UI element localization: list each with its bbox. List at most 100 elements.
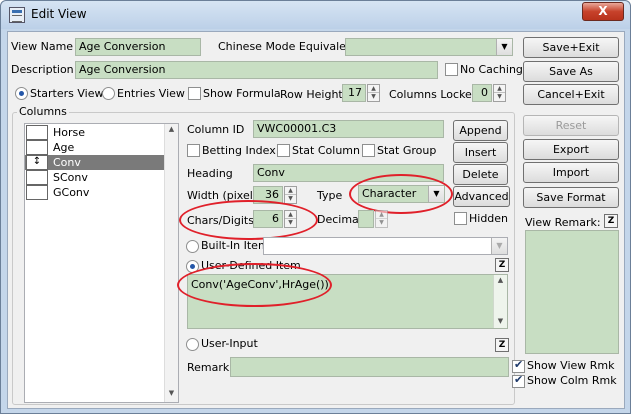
row-height-spinner[interactable]: ▲ ▼ — [367, 84, 380, 102]
show-formula-checkbox[interactable] — [188, 87, 201, 100]
list-scrollbar[interactable]: ▲ ▼ — [164, 124, 178, 402]
advanced-button[interactable]: Advanced — [453, 186, 510, 207]
chinese-mode-label: Chinese Mode Equivalent — [218, 40, 358, 53]
list-item[interactable]: SConv — [25, 170, 173, 185]
remark-field[interactable] — [230, 357, 509, 377]
columns-locked-label: Columns Locked — [389, 88, 479, 101]
save-as-button[interactable]: Save As — [523, 61, 619, 82]
spinner-up-icon[interactable]: ▲ — [494, 85, 505, 93]
heading-field[interactable]: Conv — [253, 164, 444, 182]
starters-view-radio[interactable] — [15, 87, 28, 100]
user-defined-item-label: User-Defined Item — [201, 259, 301, 272]
row-handle-icon[interactable] — [26, 185, 48, 200]
spinner-down-icon[interactable]: ▼ — [285, 195, 296, 203]
reset-button[interactable]: Reset — [523, 115, 619, 136]
columns-locked-spinner[interactable]: ▲ ▼ — [493, 84, 506, 102]
scroll-down-icon[interactable]: ▼ — [166, 389, 177, 401]
remark-label: Remark — [187, 361, 230, 374]
list-item[interactable]: Age — [25, 140, 173, 155]
column-id-label: Column ID — [187, 123, 245, 136]
built-in-item-radio[interactable] — [186, 240, 199, 253]
spinner-down-icon[interactable]: ▼ — [376, 219, 387, 227]
columns-locked-field[interactable]: 0 — [472, 84, 492, 102]
spinner-down-icon[interactable]: ▼ — [368, 93, 379, 101]
chars-digits-spinner[interactable]: ▲ ▼ — [284, 210, 297, 228]
spinner-up-icon[interactable]: ▲ — [285, 211, 296, 219]
spinner-up-icon[interactable]: ▲ — [368, 85, 379, 93]
description-field[interactable]: Age Conversion — [75, 61, 438, 79]
list-item-selected[interactable]: ↕ Conv — [25, 155, 173, 170]
show-formula-label: Show Formula — [203, 87, 281, 100]
view-name-label: View Name — [11, 40, 74, 53]
user-defined-item-radio[interactable] — [186, 260, 199, 273]
description-label: Description — [11, 63, 74, 76]
show-view-rmk-label: Show View Rmk — [527, 359, 615, 372]
show-colm-rmk-label: Show Colm Rmk — [527, 374, 617, 387]
chevron-down-icon[interactable]: ▼ — [491, 238, 507, 254]
stat-group-checkbox[interactable] — [362, 144, 375, 157]
formula-editor[interactable]: Conv('AgeConv',HrAge()) ▲ ▼ — [187, 274, 508, 329]
width-label: Width (pixel) — [187, 189, 258, 202]
width-field[interactable]: 36 — [253, 186, 283, 204]
betting-index-label: Betting Index — [202, 144, 276, 157]
decimal-spinner[interactable]: ▲ ▼ — [375, 210, 388, 228]
row-handle-icon[interactable] — [26, 125, 48, 140]
delete-button[interactable]: Delete — [453, 164, 508, 185]
starters-view-label: Starters View — [30, 87, 104, 100]
save-format-button[interactable]: Save Format — [523, 187, 619, 208]
zoom-view-remark-button[interactable]: Z — [604, 214, 618, 228]
width-spinner[interactable]: ▲ ▼ — [284, 186, 297, 204]
show-colm-rmk-checkbox[interactable] — [512, 373, 525, 388]
decimal-field[interactable] — [358, 210, 374, 228]
export-button[interactable]: Export — [523, 139, 619, 160]
scroll-down-icon[interactable]: ▼ — [495, 317, 506, 327]
row-handle-icon[interactable] — [26, 140, 48, 155]
chevron-down-icon[interactable]: ▼ — [428, 186, 444, 202]
title-bar[interactable]: Edit View X — [1, 1, 630, 29]
spinner-up-icon[interactable]: ▲ — [376, 211, 387, 219]
zoom-remark-button[interactable]: Z — [495, 338, 509, 352]
import-button[interactable]: Import — [523, 162, 619, 183]
save-exit-button[interactable]: Save+Exit — [523, 37, 619, 58]
append-button[interactable]: Append — [453, 120, 508, 141]
cancel-exit-button[interactable]: Cancel+Exit — [523, 84, 619, 105]
dialog-body: View Name Age Conversion Chinese Mode Eq… — [7, 31, 625, 409]
chinese-mode-select[interactable] — [345, 38, 513, 56]
hidden-label: Hidden — [469, 212, 509, 225]
user-input-radio[interactable] — [186, 338, 199, 351]
insert-button[interactable]: Insert — [453, 142, 508, 163]
formula-scrollbar[interactable]: ▲ ▼ — [493, 275, 507, 328]
view-remark-field[interactable] — [525, 230, 619, 354]
stat-column-checkbox[interactable] — [277, 144, 290, 157]
no-caching-checkbox[interactable] — [445, 63, 458, 76]
list-item[interactable]: Horse — [25, 125, 173, 140]
app-icon — [9, 7, 25, 23]
move-handle-icon[interactable]: ↕ — [26, 155, 48, 170]
columns-group-label: Columns — [17, 105, 69, 118]
betting-index-checkbox[interactable] — [187, 144, 200, 157]
list-item[interactable]: GConv — [25, 185, 173, 200]
spinner-down-icon[interactable]: ▼ — [285, 219, 296, 227]
entries-view-radio[interactable] — [102, 87, 115, 100]
scroll-up-icon[interactable]: ▲ — [495, 276, 506, 286]
hidden-checkbox[interactable] — [454, 212, 467, 225]
row-handle-icon[interactable] — [26, 170, 48, 185]
built-in-item-select[interactable] — [263, 237, 508, 255]
scroll-up-icon[interactable]: ▲ — [166, 125, 177, 137]
show-view-rmk-checkbox[interactable] — [512, 358, 525, 373]
stat-group-label: Stat Group — [377, 144, 437, 157]
close-button[interactable]: X — [582, 2, 624, 21]
zoom-formula-button[interactable]: Z — [495, 258, 509, 272]
spinner-up-icon[interactable]: ▲ — [285, 187, 296, 195]
chevron-down-icon[interactable]: ▼ — [496, 39, 512, 55]
row-height-field[interactable]: 17 — [342, 84, 366, 102]
decimal-label: Decimal — [317, 213, 362, 226]
row-height-label: Row Height — [280, 88, 343, 101]
view-remark-label: View Remark: — [525, 216, 601, 229]
no-caching-label: No Caching — [460, 63, 523, 76]
user-input-label: User-Input — [201, 337, 258, 350]
view-name-field[interactable]: Age Conversion — [75, 38, 201, 56]
chars-digits-field[interactable]: 6 — [253, 210, 283, 228]
columns-list[interactable]: Horse Age ↕ Conv SConv GConv ▲ ▼ — [24, 123, 179, 403]
spinner-down-icon[interactable]: ▼ — [494, 93, 505, 101]
